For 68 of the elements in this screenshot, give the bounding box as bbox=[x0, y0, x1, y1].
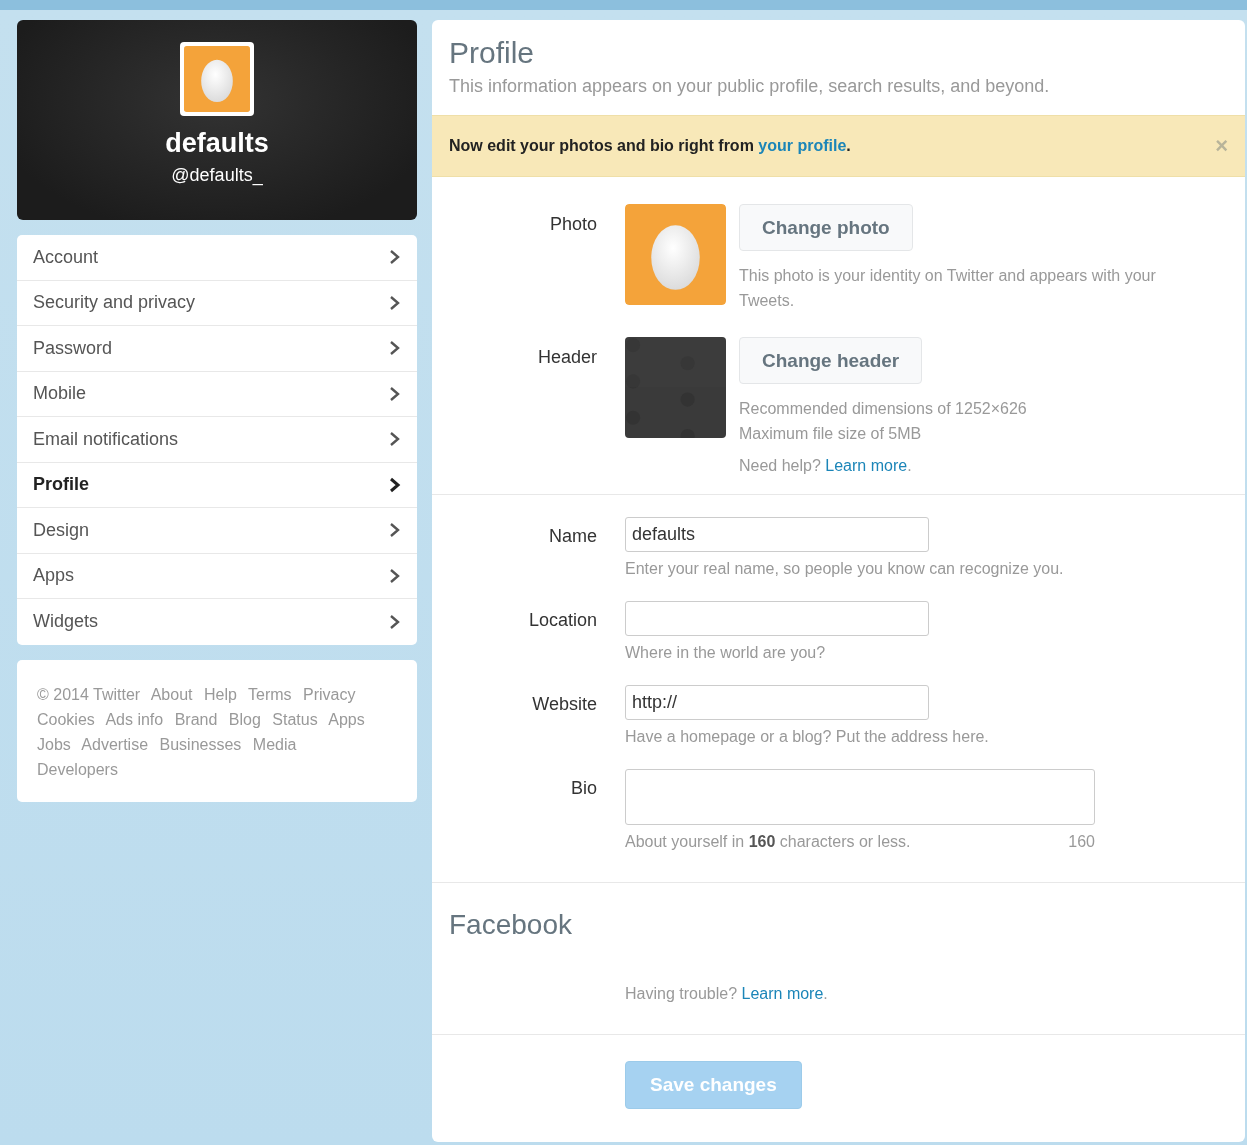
field-label: Location bbox=[527, 609, 597, 632]
footer-link[interactable]: Apps bbox=[328, 710, 365, 728]
field-label: Bio bbox=[570, 777, 597, 800]
character-counter: 160 bbox=[1068, 832, 1095, 852]
nav-item[interactable]: Mobile bbox=[17, 371, 417, 417]
field-hint: About yourself in 160 characters or less. bbox=[625, 832, 911, 852]
nav-item[interactable]: Security and privacy bbox=[17, 280, 417, 326]
egg-avatar-icon bbox=[625, 204, 726, 305]
section-title: Facebook bbox=[448, 909, 573, 941]
footer-link[interactable]: Advertise bbox=[81, 735, 149, 753]
learn-more-link[interactable]: Learn more bbox=[825, 457, 908, 474]
field-label: Website bbox=[531, 693, 597, 716]
change-header-button[interactable]: Change header bbox=[739, 337, 923, 384]
field-hint: Enter your real name, so people you know can recognize you. bbox=[625, 559, 1064, 579]
footer-link[interactable]: Help bbox=[203, 685, 237, 703]
chevron-right-icon bbox=[389, 339, 401, 358]
footer-link[interactable]: Developers bbox=[37, 760, 118, 778]
footer-link[interactable]: Status bbox=[272, 710, 318, 728]
footer-link[interactable]: Jobs bbox=[37, 735, 71, 753]
chevron-right-icon bbox=[389, 612, 401, 631]
profile-handle: @defaults_ bbox=[171, 165, 263, 186]
close-button[interactable]: × bbox=[1215, 133, 1228, 159]
footer-link[interactable]: Privacy bbox=[303, 685, 356, 703]
footer-link[interactable]: Businesses bbox=[159, 735, 242, 753]
footer-link[interactable]: © 2014 Twitter bbox=[37, 685, 141, 703]
field-label: Photo bbox=[548, 213, 597, 236]
nav-item[interactable]: Widgets bbox=[17, 599, 417, 645]
footer-link[interactable]: Blog bbox=[228, 710, 261, 728]
nav-item[interactable]: Account bbox=[17, 235, 417, 281]
profile-link[interactable]: your profile bbox=[758, 137, 847, 154]
chevron-right-icon bbox=[389, 430, 401, 449]
chevron-right-icon bbox=[389, 475, 401, 494]
chevron-right-icon bbox=[389, 384, 401, 403]
bio-field[interactable] bbox=[625, 769, 1095, 825]
field-label: Header bbox=[536, 346, 597, 369]
chevron-right-icon bbox=[389, 248, 401, 267]
text-field[interactable] bbox=[625, 601, 929, 636]
page-title: Profile bbox=[449, 36, 536, 70]
footer-link[interactable]: Terms bbox=[248, 685, 292, 703]
chevron-right-icon bbox=[389, 566, 401, 585]
nav-item[interactable]: Password bbox=[17, 326, 417, 372]
page-subtitle: This information appears on your public profile, search results, and beyond. bbox=[449, 76, 1051, 97]
text-field[interactable]: http:// bbox=[625, 685, 929, 720]
footer-link[interactable]: Ads info bbox=[105, 710, 164, 728]
nav-item[interactable]: Profile bbox=[17, 462, 417, 508]
header-hint: Maximum file size of 5MB bbox=[739, 424, 923, 444]
change-photo-button[interactable]: Change photo bbox=[739, 204, 913, 251]
help-text: Need help? Learn more. bbox=[739, 456, 913, 476]
field-hint: Where in the world are you? bbox=[625, 643, 826, 663]
nav-item[interactable]: Design bbox=[17, 508, 417, 554]
footer-link[interactable]: Cookies bbox=[37, 710, 95, 728]
nav-item[interactable]: Apps bbox=[17, 553, 417, 599]
field-label: Name bbox=[548, 525, 597, 548]
footer-link[interactable]: About bbox=[150, 685, 193, 703]
photo-hint: This photo is your identity on Twitter and appears with your Tweets. bbox=[739, 266, 1157, 311]
learn-more-link[interactable]: Learn more bbox=[741, 985, 824, 1002]
profile-name: defaults bbox=[165, 128, 269, 159]
nav-item[interactable]: Email notifications bbox=[17, 417, 417, 463]
field-hint: Have a homepage or a blog? Put the address here. bbox=[625, 727, 989, 747]
text-field[interactable]: defaults bbox=[625, 517, 929, 552]
footer-link[interactable]: Brand bbox=[174, 710, 218, 728]
egg-avatar-icon bbox=[184, 46, 250, 112]
footer-link[interactable]: Media bbox=[252, 735, 297, 753]
chevron-right-icon bbox=[389, 521, 401, 540]
notice-text: Now edit your photos and bio right from your profile. bbox=[449, 137, 851, 155]
header-hint: Recommended dimensions of 1252×626 bbox=[739, 399, 1028, 419]
chevron-right-icon bbox=[389, 293, 401, 312]
help-text: Having trouble? Learn more. bbox=[625, 984, 828, 1004]
